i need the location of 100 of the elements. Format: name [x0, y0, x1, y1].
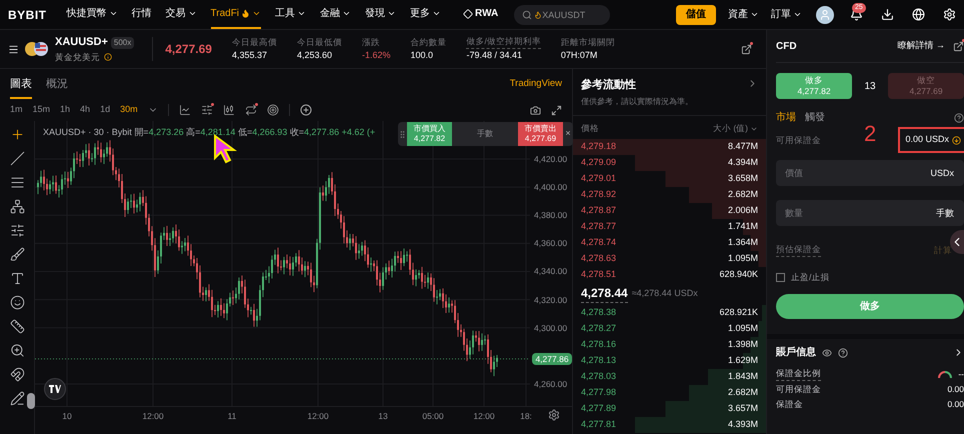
globe-icon[interactable]: [912, 8, 925, 21]
time-axis-label: 10: [62, 412, 72, 420]
size-cell-text: 4.394M: [728, 156, 758, 169]
avatar[interactable]: [816, 6, 834, 24]
fullscreen-icon[interactable]: [551, 104, 562, 116]
menu-item[interactable]: 訂單: [771, 7, 802, 22]
details-link[interactable]: 瞭解詳情 →: [897, 39, 945, 53]
text-tool-icon[interactable]: [10, 271, 24, 286]
menu-item[interactable]: 資產: [728, 7, 759, 22]
replay-icon[interactable]: [244, 104, 257, 116]
close-button[interactable]: ×: [563, 122, 573, 146]
time-axis-label: 12:00: [307, 412, 329, 420]
stat-value: 4,355.37: [232, 48, 268, 62]
nav-item[interactable]: 交易: [166, 0, 196, 29]
nav-item[interactable]: 更多: [410, 0, 442, 29]
stat-value: -79.48 / 34.41: [466, 49, 524, 62]
nav-item[interactable]: 行情: [132, 0, 152, 29]
flame-icon: [534, 10, 542, 18]
lots-field[interactable]: 手數: [452, 122, 518, 146]
zoom-in-icon[interactable]: [10, 343, 24, 358]
stat-label: 做多/做空掉期利率: [466, 35, 541, 50]
available-margin-value: 0.00 USDx: [905, 133, 949, 146]
nav-item[interactable]: 發現: [365, 0, 396, 29]
nav-item[interactable]: 工具: [275, 0, 306, 29]
account-label: 保證金比例: [776, 367, 821, 381]
size-cell-text: 3.657M: [728, 402, 758, 415]
chart-tab[interactable]: 圖表: [10, 76, 32, 99]
nav-item[interactable]: 金融: [320, 0, 352, 29]
chart-tab[interactable]: 概況: [46, 76, 68, 99]
stat-value: 100.0: [410, 48, 434, 62]
camera-icon[interactable]: [530, 104, 541, 116]
smiley-icon[interactable]: [10, 295, 24, 310]
tradingview-link[interactable]: TradingView: [510, 76, 562, 99]
collapse-handle[interactable]: [27, 393, 35, 409]
search-field[interactable]: XAUUSDT: [514, 4, 610, 24]
help-icon[interactable]: [954, 112, 964, 122]
interval-button[interactable]: 4h: [80, 103, 90, 117]
horizontal-lines-icon[interactable]: [10, 175, 24, 190]
interval-button[interactable]: 15m: [32, 103, 50, 117]
tpsl-checkbox[interactable]: [776, 272, 785, 282]
price-cell-text: 4,278.38: [581, 306, 616, 319]
nav-item[interactable]: 快捷買幣: [66, 0, 118, 29]
magnet-icon[interactable]: [10, 367, 24, 382]
size-cell-text: 1.095M: [728, 322, 758, 335]
time-axis-label: 13: [378, 412, 388, 420]
stat-label: 今日最高價: [232, 36, 277, 49]
order-type-tab[interactable]: 觸發: [805, 110, 825, 125]
menu-icon[interactable]: [8, 44, 19, 54]
leverage-badge: 500x: [110, 36, 134, 49]
price-cell-text: 4,278.74: [581, 236, 616, 249]
price-cell-text: 4,278.87: [581, 204, 616, 217]
account-value: --: [958, 368, 964, 380]
price-cell-text: 4,277.81: [581, 418, 616, 431]
time-axis-label: 12:00: [473, 412, 495, 420]
target-icon[interactable]: [266, 104, 279, 116]
price-axis-label: 4,380.00: [534, 211, 568, 220]
interval-button[interactable]: 1h: [60, 103, 70, 117]
order-type-tab[interactable]: 市場: [776, 110, 796, 125]
chart-legend: XAUUSD+ · 30 · Bybit 開=4,273.26 高=4,281.14 低=4,266.93 收=4,277.86 +4.62 (+: [43, 126, 376, 140]
price-axis-label: 4,320.00: [534, 296, 568, 304]
logo[interactable]: BYBIT: [8, 6, 46, 24]
interval-button[interactable]: 1m: [10, 103, 23, 117]
brush-icon[interactable]: [10, 247, 24, 262]
line-tool-icon[interactable]: [10, 151, 24, 166]
gauge-icon: [937, 370, 954, 378]
drag-handle-icon[interactable]: [398, 130, 407, 138]
price-cell-text: 4,279.01: [581, 172, 616, 185]
stat-label: 今日最低價: [296, 36, 342, 49]
interval-button[interactable]: 1d: [100, 103, 110, 117]
nav-item[interactable]: RWA: [463, 0, 498, 29]
mid-price: 4,278.44: [581, 284, 628, 303]
mid-price-usdx: ≈4,278.44 USDx: [632, 286, 698, 300]
candles-icon[interactable]: [222, 104, 235, 116]
nav-item[interactable]: TradFi: [210, 0, 262, 29]
eye-icon[interactable]: [822, 348, 832, 358]
info-icon[interactable]: [104, 53, 112, 62]
price-axis-label: 4,400.00: [534, 183, 568, 192]
indicator-icon[interactable]: [178, 104, 191, 116]
market-sell-button[interactable]: 市價賣出 4,277.69: [518, 122, 563, 146]
deposit-button[interactable]: 儲值: [676, 4, 716, 24]
caret-icon: [387, 9, 396, 18]
size-cell-text: 1.364M: [728, 236, 758, 249]
deposit-icon[interactable]: [952, 136, 961, 144]
pencil-lock-icon[interactable]: [10, 391, 24, 406]
add-icon[interactable]: [300, 104, 312, 116]
account-value: 0.00: [947, 398, 964, 410]
column-header: 價格: [581, 122, 599, 135]
search-icon: [522, 10, 532, 20]
symbol-title[interactable]: XAUUSD+: [55, 34, 108, 51]
settings-icon[interactable]: [548, 409, 560, 421]
ruler-icon[interactable]: [10, 319, 24, 334]
interval-button[interactable]: 30m: [120, 103, 138, 117]
spread-value: 13: [863, 80, 877, 94]
download-icon[interactable]: [881, 8, 894, 21]
help-icon[interactable]: [838, 348, 848, 358]
account-label: 可用保證金: [776, 382, 821, 396]
caret-icon: [108, 9, 118, 18]
order-book-row[interactable]: 4,279.18 8.477M: [573, 138, 766, 154]
last-price-label: 4,277.86: [532, 352, 572, 366]
popout-icon[interactable]: [953, 40, 964, 52]
